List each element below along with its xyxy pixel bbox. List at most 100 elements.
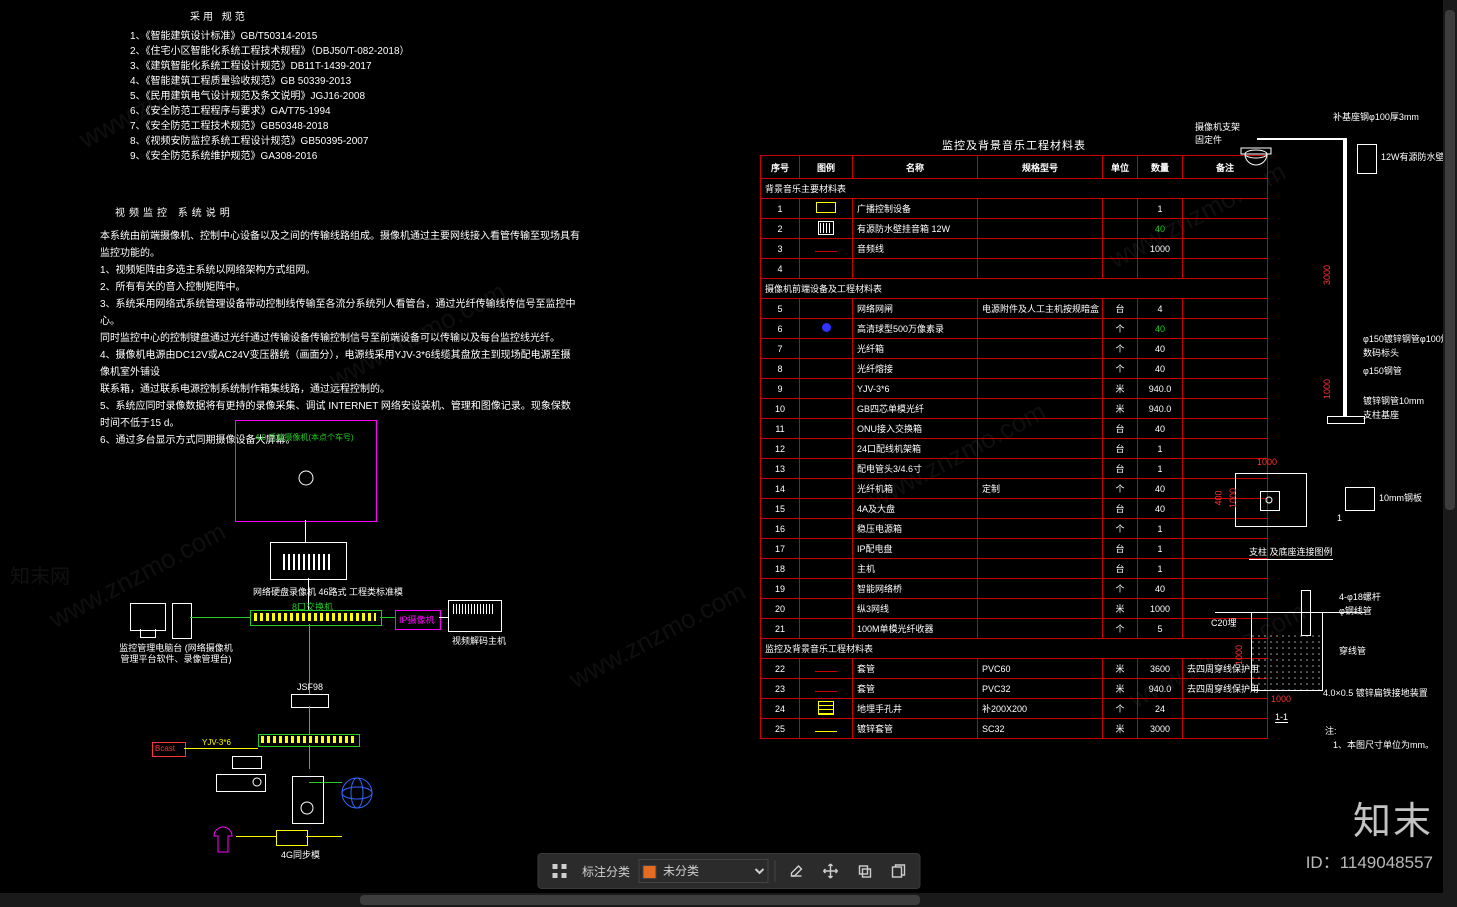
table-row: 18 主机 台 1 [761,559,1268,579]
table-header: 单位 [1103,156,1138,179]
description-item: 联系箱，通过联系电源控制系统制作箱集线路，通过远程控制的。 [100,381,580,398]
horizontal-scrollbar[interactable] [0,893,1443,907]
table-row: 6 高清球型500万像素录 个 40 [761,319,1268,339]
legend-cell [800,199,853,219]
wire [184,748,258,749]
ip-speaker-label: IP摄像机 [399,613,435,626]
legend-cell [800,339,853,359]
table-row: 13 配电管头3/4.6寸 台 1 [761,459,1268,479]
table-row: 2 有源防水壁挂音箱 12W 40 [761,219,1268,239]
table-header: 序号 [761,156,800,179]
legend-cell [800,659,853,679]
category-select[interactable]: 未分类 [638,859,768,883]
duplicate-icon[interactable] [883,858,913,884]
bolt-note: 4-φ18螺杆 [1339,590,1381,603]
wire [190,617,250,618]
legend-cell [800,359,853,379]
nvr-label: 网络硬盘录像机 46路式 工程类标准模 [253,585,403,598]
table-row: 14 光纤机箱 定制 个 40 [761,479,1268,499]
4g-module [276,830,308,846]
table-row: 10 GB四芯单模光纤 米 940.0 [761,399,1268,419]
legend-cell [800,699,853,719]
table-row: 22 套管 PVC60 米 3600 去四周穿线保护用 [761,659,1268,679]
edit-icon[interactable] [781,858,811,884]
vertical-scrollbar[interactable] [1443,0,1457,907]
table-header: 规格型号 [978,156,1103,179]
table-row: 20 纵3网线 米 1000 [761,599,1268,619]
legend-cell [800,519,853,539]
broadcast-label: Bcast [155,744,175,753]
table-header: 名称 [853,156,978,179]
table-row: 19 智能网络桥 个 40 [761,579,1268,599]
dim: 1000 [1234,645,1244,665]
foundation-section: C20埋 4-φ18螺杆 φ钢线管 穿线管 4.0×0.5 镀锌扁铁接地装置 1… [1205,590,1425,760]
move-icon[interactable] [815,858,845,884]
base-plate-note: 补基座钢φ100厚3mm [1333,110,1419,123]
dim: 3000 [1322,265,1332,285]
plan-title: 支柱 及底座连接图例 [1249,545,1333,560]
legend-cell [800,719,853,739]
base-plan: 1000 400 1000 10mm钢板 1 支柱 及底座连接图例 [1205,455,1415,575]
legend-cell [800,679,853,699]
hatch-icon [1251,634,1321,690]
dim: 1000 [1257,457,1277,467]
decoder-grid-icon [453,604,495,614]
pc-label: 监控管理电脑台 (网络摄像机管理平台软件、录像管理台) [116,643,236,665]
standard-item: 7、《安全防范工程技术规范》GB50348-2018 [130,119,410,134]
wire [309,745,310,769]
toolbar-label: 标注分类 [578,863,634,880]
table-row: 3 音频线 1000 [761,239,1268,259]
wire [236,836,276,837]
table-row: 16 稳压电源箱 个 1 [761,519,1268,539]
wire [305,520,306,542]
separator [774,860,775,882]
image-id: ID：1149048557 [1306,848,1433,873]
legend-cell [800,459,853,479]
section-mark: 1 [1337,513,1342,523]
description-item: 2、所有有关的音入控制矩阵中。 [100,279,580,296]
table-row: 21 100M单模光纤收器 个 5 [761,619,1268,639]
pipe-note: 数码标头 [1363,346,1399,359]
legend-cell [800,439,853,459]
description-item: 3、系统采用网络式系统管理设备带动控制线传输至各流分系统列人看管台，通过光纤传输… [100,296,580,330]
note: 1、本图尺寸单位为mm。 [1333,738,1434,751]
legend-cell [800,299,853,319]
dim: 1000 [1228,488,1238,508]
ground-note: 4.0×0.5 镀锌扁铁接地装置 [1323,686,1428,699]
cad-canvas[interactable]: www.znzmo.com www.znzmo.com www.znzmo.co… [0,0,1457,907]
material-table: 监控及背景音乐工程材料表 序号图例名称规格型号单位数量备注背景音乐主要材料表 1… [760,155,1268,739]
table-row: 25 镀锌套管 SC32 米 3000 [761,719,1268,739]
scrollbar-thumb[interactable] [360,895,920,905]
table-row: 8 光纤熔接 个 40 [761,359,1268,379]
section-title: 1-1 [1275,712,1288,723]
note-heading: 注: [1325,724,1337,737]
table-row: 11 ONU接入交换箱 台 40 [761,419,1268,439]
watermark-cn: 知末网 [10,560,70,589]
base-note: 支柱基座 [1363,408,1399,421]
nvr-grid-icon [283,554,331,570]
table-row: 17 IP配电盘 台 1 [761,539,1268,559]
table-row: 15 4A及大盘 台 40 [761,499,1268,519]
legend-cell [800,559,853,579]
power-icon [299,800,315,816]
modem-label: JSF98 [297,682,323,692]
pc-monitor-icon [130,603,166,631]
led-icon [252,777,262,787]
description-item: 同时监控中心的控制键盘通过光纤通过传输设备传输控制信号至前端设备可以传输以及每台… [100,330,580,347]
legend-cell [800,479,853,499]
legend-cell [800,319,853,339]
copy-icon[interactable] [849,858,879,884]
switch-label: 8口交换机 [292,600,333,613]
description-item: 4、摄像机电源由DC12V或AC24V变压器统（画面分），电源线采用YJV-3*… [100,347,580,381]
scrollbar-thumb[interactable] [1445,10,1455,510]
dome-camera-icon [1239,148,1273,178]
standards-block: 采用 规范 1、《智能建筑设计标准》GB/T50314-20152、《住宅小区智… [130,10,410,164]
category-color-swatch [642,865,656,879]
apps-icon[interactable] [544,858,574,884]
dome-camera-icon [340,776,374,810]
switch-ports-icon [254,613,376,621]
description-item: 本系统由前端摄像机、控制中心设备以及之间的传输线路组成。摄像机通过主要网线接入看… [100,228,580,262]
wire [439,617,448,618]
legend-cell [800,399,853,419]
decoder-label: 视频解码主机 [452,634,506,647]
